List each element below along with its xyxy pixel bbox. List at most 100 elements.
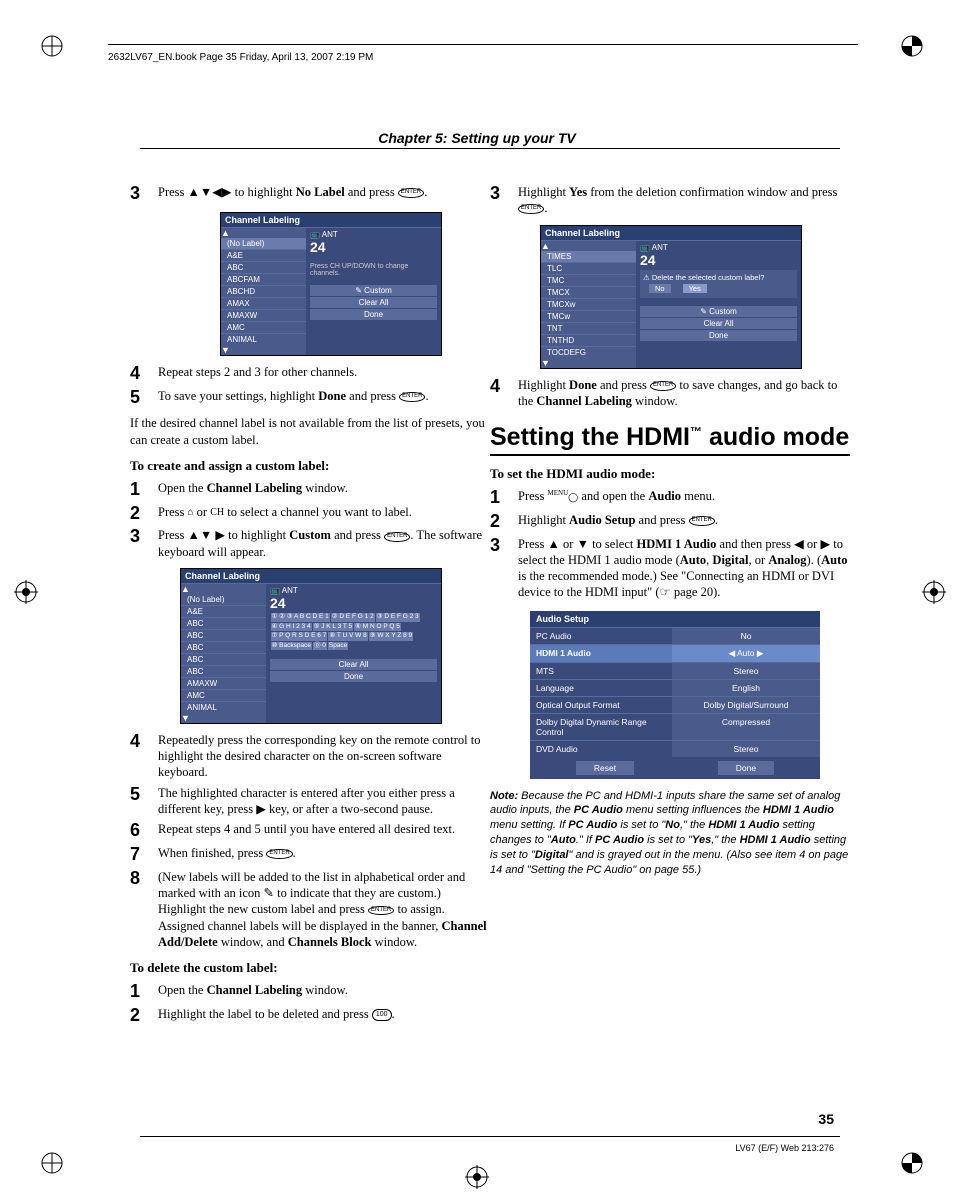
menu-item[interactable]: AMC xyxy=(221,321,306,333)
menu-item[interactable]: ABC xyxy=(181,653,266,665)
menu-item[interactable]: TLC xyxy=(541,262,636,274)
audio-row[interactable]: LanguageEnglish xyxy=(530,679,820,696)
menu-button[interactable]: Clear All xyxy=(310,297,437,308)
menu-item[interactable]: AMAXW xyxy=(181,677,266,689)
hdmi-step-3: 3Press ▲ or ▼ to select HDMI 1 Audio and… xyxy=(490,536,850,601)
ch-icon: CH xyxy=(210,506,224,519)
menu-item[interactable]: (No Label) xyxy=(221,238,306,249)
audio-row[interactable]: Dolby Digital Dynamic Range ControlCompr… xyxy=(530,713,820,740)
menu-item[interactable]: TMC xyxy=(541,274,636,286)
menu-item[interactable]: ABCHD xyxy=(221,285,306,297)
menu-item[interactable]: TMCXw xyxy=(541,298,636,310)
create-step-7: 7When finished, press ENTER. xyxy=(130,845,490,865)
audio-button[interactable]: Done xyxy=(718,761,774,775)
menu-item[interactable]: TNTHD xyxy=(541,334,636,346)
regmark-bl xyxy=(40,1151,64,1175)
enter-icon: ENTER xyxy=(518,204,544,214)
menu-button[interactable]: ✎ Custom xyxy=(640,306,797,317)
create-step-6: 6Repeat steps 4 and 5 until you have ent… xyxy=(130,821,490,841)
menu-button[interactable]: Clear All xyxy=(270,659,437,670)
right-step-4: 4Highlight Done and press ENTER to save … xyxy=(490,377,850,410)
menu-button[interactable]: Done xyxy=(270,671,437,682)
enter-icon: ENTER xyxy=(398,188,424,198)
regmark-tl xyxy=(40,34,64,58)
menu-item[interactable]: AMAXW xyxy=(221,309,306,321)
antenna-icon: 📺 xyxy=(640,243,650,252)
footer-text: LV67 (E/F) Web 213:276 xyxy=(735,1143,834,1153)
section-rule xyxy=(490,454,850,456)
create-step-1: 1Open the Channel Labeling window. xyxy=(130,480,490,500)
menu-item[interactable]: TMCw xyxy=(541,310,636,322)
menu-list: ▲ (No Label)A&EABCABCFAMABCHDAMAXAMAXWAM… xyxy=(221,228,306,355)
header-rule xyxy=(108,44,858,45)
audio-row[interactable]: MTSStereo xyxy=(530,662,820,679)
audio-row[interactable]: HDMI 1 Audio◀ Auto ▶ xyxy=(530,644,820,662)
up-arrow-icon: ▲ xyxy=(541,241,550,251)
menu-item[interactable]: ABC xyxy=(181,665,266,677)
up-arrow-icon: ▲ xyxy=(181,584,190,594)
menu-item[interactable]: A&E xyxy=(221,249,306,261)
yes-button[interactable]: Yes xyxy=(683,284,707,293)
subheading: To set the HDMI audio mode: xyxy=(490,466,850,482)
regmark-mr xyxy=(922,580,946,604)
regmark-tr xyxy=(900,34,924,58)
menu-item[interactable]: ABC xyxy=(181,617,266,629)
menu-channel-labeling-3: Channel Labeling ▲ TIMESTLCTMCTMCXTMCXwT… xyxy=(540,225,802,369)
create-step-5: 5The highlighted character is entered af… xyxy=(130,785,490,818)
delete-step-1: 1Open the Channel Labeling window. xyxy=(130,982,490,1002)
audio-row[interactable]: DVD AudioStereo xyxy=(530,740,820,757)
regmark-br xyxy=(900,1151,924,1175)
menu-item[interactable]: TIMES xyxy=(541,251,636,262)
menu-item[interactable]: ABCFAM xyxy=(221,273,306,285)
note: Note: Because the PC and HDMI-1 inputs s… xyxy=(490,789,850,878)
menu-item[interactable]: TMCX xyxy=(541,286,636,298)
page-number: 35 xyxy=(818,1111,834,1127)
menu-item[interactable]: ABC xyxy=(181,641,266,653)
footer-rule xyxy=(140,1136,840,1137)
left-column: 3 Press ▲▼◀▶ to highlight No Label and p… xyxy=(130,180,490,1030)
menu-item[interactable]: ABC xyxy=(181,629,266,641)
audio-button[interactable]: Reset xyxy=(576,761,634,775)
regmark-bm xyxy=(465,1165,489,1189)
down-arrow-icon: ▼ xyxy=(181,713,190,723)
up-arrow-icon: ▲ xyxy=(221,228,230,238)
enter-icon: ENTER xyxy=(399,392,425,402)
create-step-2: 2Press ⌂ or CH to select a channel you w… xyxy=(130,504,490,524)
enter-icon: ENTER xyxy=(689,516,715,526)
menu-button[interactable]: ✎ Custom xyxy=(310,285,437,296)
antenna-icon: 📺 xyxy=(270,586,280,595)
paragraph: If the desired channel label is not avai… xyxy=(130,415,490,448)
menu-item[interactable]: TNT xyxy=(541,322,636,334)
menu-channel-labeling-1: Channel Labeling ▲ (No Label)A&EABCABCFA… xyxy=(220,212,442,356)
menu-item[interactable]: AMAX xyxy=(221,297,306,309)
audio-row[interactable]: PC AudioNo xyxy=(530,627,820,644)
down-arrow-icon: ▼ xyxy=(541,358,550,368)
menu-item[interactable]: A&E xyxy=(181,605,266,617)
no-button[interactable]: No xyxy=(649,284,671,293)
enter-icon: ENTER xyxy=(266,849,292,859)
hdmi-step-1: 1Press MENU◯ and open the Audio menu. xyxy=(490,488,850,508)
menu-button-icon: MENU xyxy=(548,489,569,497)
regmark-ml xyxy=(14,580,38,604)
down-arrow-icon: ▼ xyxy=(221,345,230,355)
menu-button[interactable]: Done xyxy=(640,330,797,341)
enter-icon: ENTER xyxy=(384,532,410,542)
menu-item[interactable]: ABC xyxy=(221,261,306,273)
page: 2632LV67_EN.book Page 35 Friday, April 1… xyxy=(0,0,954,1193)
menu-item[interactable]: (No Label) xyxy=(181,594,266,605)
subheading: To create and assign a custom label: xyxy=(130,458,490,474)
menu-item[interactable]: AMC xyxy=(181,689,266,701)
audio-setup-menu: Audio Setup PC AudioNoHDMI 1 Audio◀ Auto… xyxy=(530,611,820,779)
enter-icon: ENTER xyxy=(650,381,676,391)
menu-button[interactable]: Done xyxy=(310,309,437,320)
menu-channel-labeling-2: Channel Labeling ▲ (No Label)A&EABCABCAB… xyxy=(180,568,442,724)
menu-item[interactable]: ANIMAL xyxy=(221,333,306,345)
step-4: 4Repeat steps 2 and 3 for other channels… xyxy=(130,364,490,384)
menu-item[interactable]: ANIMAL xyxy=(181,701,266,713)
antenna-icon: 📺 xyxy=(310,230,320,239)
audio-row[interactable]: Optical Output FormatDolby Digital/Surro… xyxy=(530,696,820,713)
menu-item[interactable]: TOCDEFG xyxy=(541,346,636,358)
step-3: 3 Press ▲▼◀▶ to highlight No Label and p… xyxy=(130,184,490,204)
create-step-8: 8(New labels will be added to the list i… xyxy=(130,869,490,950)
menu-button[interactable]: Clear All xyxy=(640,318,797,329)
